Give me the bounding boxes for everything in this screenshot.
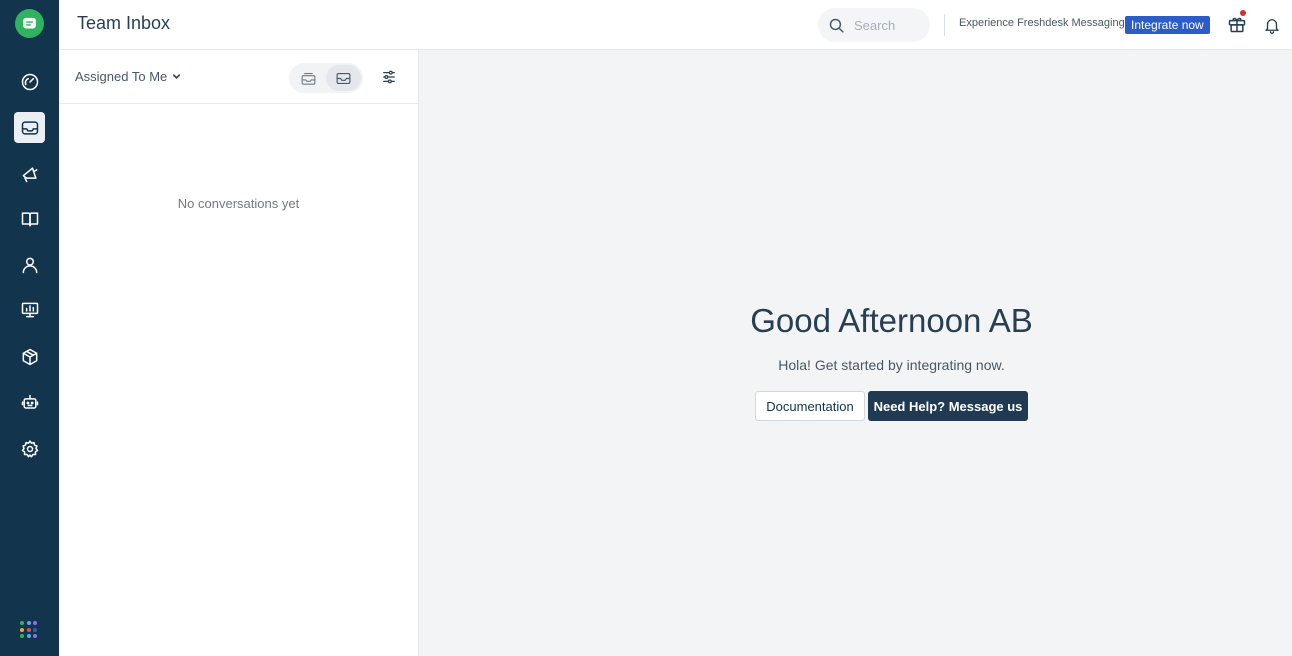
assignment-filter-dropdown[interactable]: Assigned To Me	[75, 69, 181, 84]
app-dot	[20, 621, 24, 625]
page-title: Team Inbox	[77, 13, 171, 33]
sliders-icon	[383, 70, 395, 84]
tray-icon	[336, 72, 351, 84]
search-box[interactable]	[818, 8, 930, 42]
nav-item-integrations[interactable]	[14, 341, 45, 372]
conversation-list-panel: Assigned To Me No conversations yet	[59, 50, 419, 656]
contacts-icon	[22, 257, 37, 273]
nav-item-settings[interactable]	[14, 433, 45, 464]
integrate-now-button[interactable]: Integrate now	[1125, 16, 1210, 34]
nav-item-reports[interactable]	[14, 294, 45, 325]
nav-item-dashboard[interactable]	[14, 66, 45, 97]
bell-icon	[1265, 19, 1279, 34]
stacked-inbox-icon	[301, 72, 316, 85]
gift-icon	[1228, 17, 1246, 33]
nav-item-inbox[interactable]	[14, 112, 45, 143]
integrations-icon	[22, 348, 37, 365]
empty-state-text: No conversations yet	[177, 196, 300, 211]
stacked-view-toggle[interactable]	[291, 65, 326, 91]
notification-dot	[1240, 10, 1246, 16]
nav-item-knowledge-base[interactable]	[14, 203, 45, 234]
header-divider	[944, 14, 945, 36]
app-dot	[33, 621, 37, 625]
campaigns-icon	[22, 166, 37, 182]
chevron-down-icon	[173, 74, 181, 79]
bot-icon	[21, 394, 38, 409]
app-dot	[33, 634, 37, 638]
app-root: Team Inbox Experience Freshdesk Messagin…	[0, 0, 1292, 656]
app-dot	[20, 634, 24, 638]
list-settings-button[interactable]	[375, 63, 403, 91]
chat-logo-icon	[23, 17, 36, 29]
brand-logo[interactable]	[15, 9, 44, 38]
app-dot	[20, 627, 24, 632]
notifications-button[interactable]	[1263, 16, 1281, 34]
main-content: Good Afternoon AB Hola! Get started by i…	[420, 50, 1292, 656]
inbox-view-toggle[interactable]	[326, 65, 361, 91]
nav-item-bots[interactable]	[14, 387, 45, 418]
reports-icon	[21, 302, 38, 317]
greeting-subtext: Hola! Get started by integrating now.	[778, 357, 1005, 373]
left-nav	[0, 0, 59, 656]
nav-item-campaigns[interactable]	[14, 158, 45, 189]
promo-text: Experience Freshdesk Messaging	[959, 17, 1125, 29]
view-toggle	[289, 63, 363, 93]
nav-item-contacts[interactable]	[14, 249, 45, 280]
dashboard-icon	[21, 73, 38, 90]
app-dot	[26, 627, 31, 632]
app-dot	[26, 634, 31, 638]
documentation-button[interactable]: Documentation	[755, 391, 865, 421]
search-input[interactable]	[854, 17, 924, 33]
settings-icon	[21, 439, 38, 457]
app-switcher-icon[interactable]	[20, 621, 37, 638]
search-icon	[829, 18, 844, 33]
list-toolbar: Assigned To Me	[59, 50, 418, 104]
greeting-heading: Good Afternoon AB	[750, 302, 1033, 339]
app-dot	[26, 621, 31, 625]
inbox-icon	[21, 120, 38, 135]
whats-new-button[interactable]	[1227, 10, 1247, 34]
app-dot	[33, 627, 37, 632]
top-header: Team Inbox Experience Freshdesk Messagin…	[59, 0, 1292, 50]
message-us-button[interactable]: Need Help? Message us	[868, 391, 1028, 421]
knowledge-base-icon	[21, 211, 38, 226]
assignment-filter-label: Assigned To Me	[75, 69, 168, 84]
